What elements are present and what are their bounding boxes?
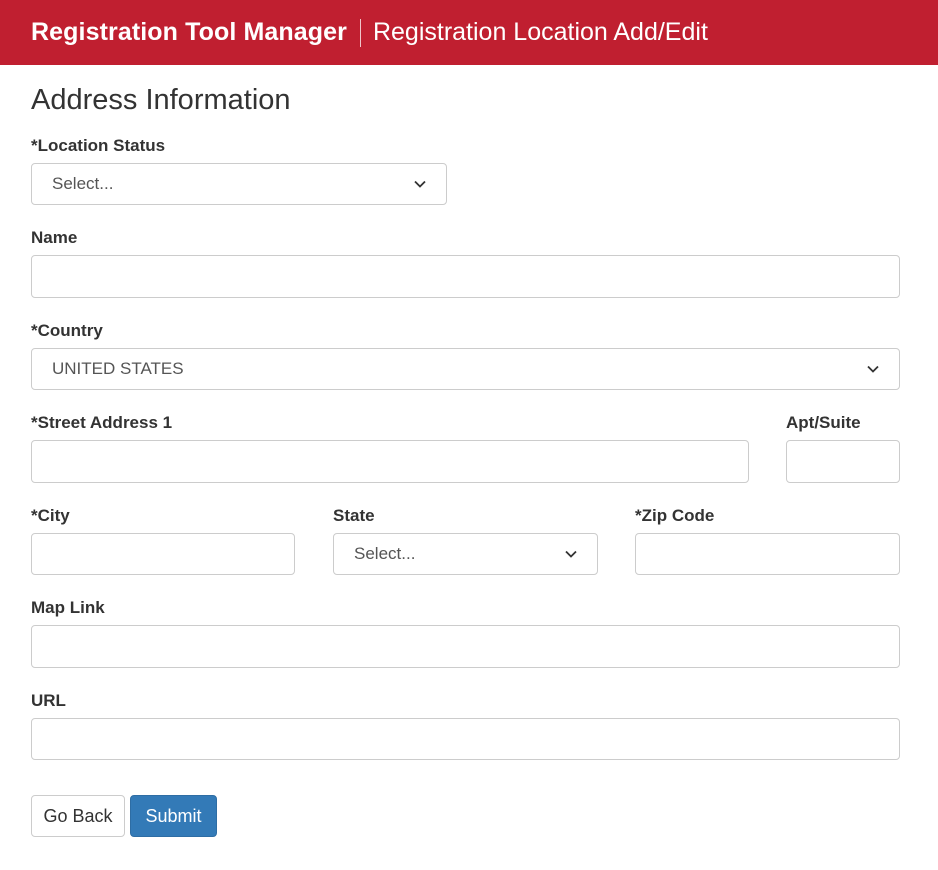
chevron-down-icon (565, 550, 577, 558)
submit-button[interactable]: Submit (130, 795, 217, 837)
location-status-select[interactable]: Select... (31, 163, 447, 205)
state-select[interactable]: Select... (333, 533, 598, 575)
apt-suite-input[interactable] (786, 440, 900, 483)
zip-code-label: *Zip Code (635, 506, 715, 525)
zip-code-input[interactable] (635, 533, 900, 575)
section-title: Address Information (31, 84, 291, 116)
apt-suite-label: Apt/Suite (786, 413, 861, 432)
top-navbar: Registration Tool Manager Registration L… (0, 0, 938, 65)
location-status-label: *Location Status (31, 136, 166, 155)
url-input[interactable] (31, 718, 900, 760)
state-label: State (333, 506, 375, 525)
name-input[interactable] (31, 255, 900, 298)
url-label: URL (31, 691, 66, 710)
street-address-1-input[interactable] (31, 440, 749, 483)
name-label: Name (31, 228, 78, 247)
country-value: UNITED STATES (52, 359, 184, 378)
chevron-down-icon (414, 180, 426, 188)
page-title: Registration Location Add/Edit (372, 18, 708, 46)
go-back-button[interactable]: Go Back (31, 795, 125, 837)
country-label: *Country (31, 321, 103, 340)
title-divider (359, 18, 361, 47)
city-label: *City (31, 506, 70, 525)
state-value: Select... (354, 544, 416, 563)
country-select[interactable]: UNITED STATES (31, 348, 900, 390)
map-link-input[interactable] (31, 625, 900, 668)
app-title[interactable]: Registration Tool Manager (31, 18, 347, 47)
city-input[interactable] (31, 533, 295, 575)
chevron-down-icon (867, 365, 879, 373)
street-address-1-label: *Street Address 1 (31, 413, 173, 432)
location-status-value: Select... (52, 174, 114, 193)
map-link-label: Map Link (31, 598, 105, 617)
